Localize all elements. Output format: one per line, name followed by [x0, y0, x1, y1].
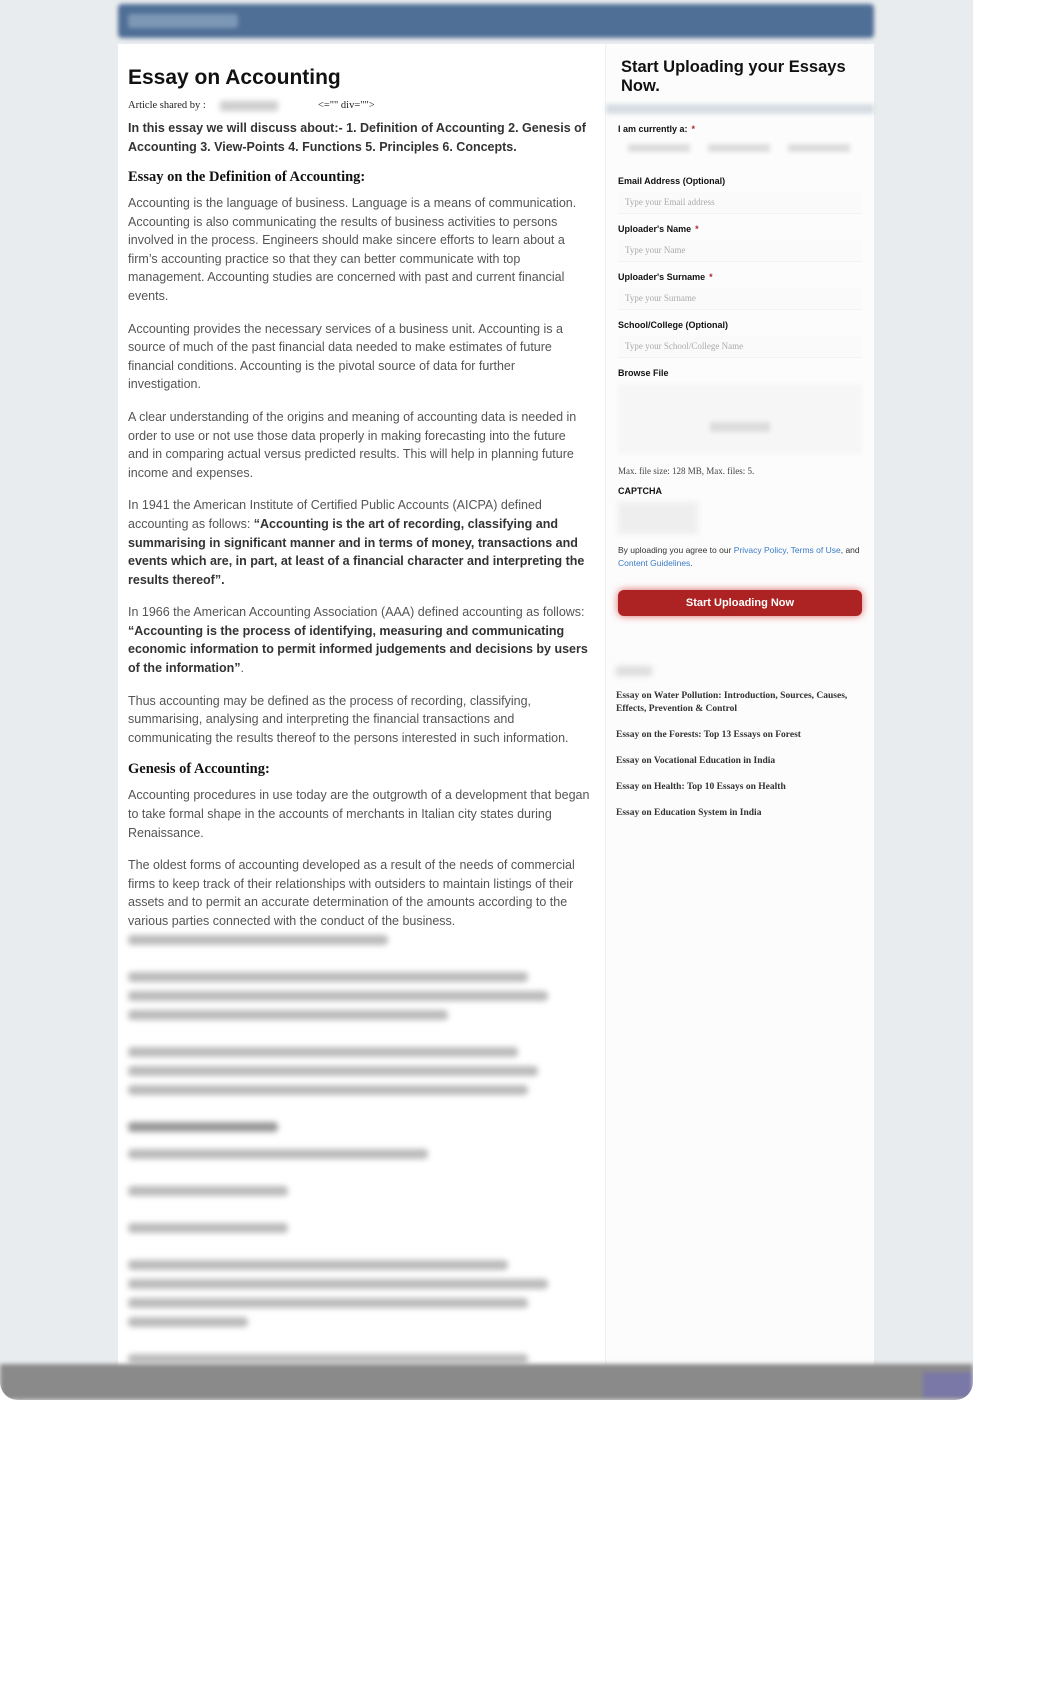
bottom-ad-bar — [0, 1364, 973, 1400]
comma: , — [786, 545, 789, 555]
blurred-content — [128, 934, 590, 1383]
paragraph: Accounting is the language of business. … — [128, 196, 577, 303]
field-label: Uploader's Surname * — [618, 272, 862, 282]
surname-input[interactable]: Type your Surname — [618, 288, 862, 310]
article-intro: In this essay we will discuss about:- 1.… — [128, 121, 586, 154]
upload-title: Start Uploading your Essays Now. — [621, 58, 846, 95]
radio-option[interactable] — [708, 144, 770, 152]
terms-link[interactable]: Terms of Use — [791, 545, 841, 555]
start-uploading-button[interactable]: Start Uploading Now — [618, 590, 862, 616]
article: Essay on Accounting Article shared by : <… — [128, 66, 590, 1392]
related-link[interactable]: Essay on Vocational Education in India — [616, 755, 864, 768]
radio-option[interactable] — [788, 144, 850, 152]
divider — [606, 104, 874, 114]
ad-button[interactable] — [923, 1372, 973, 1398]
section-heading: Genesis of Accounting: — [128, 761, 270, 778]
related-link[interactable]: Essay on Education System in India — [616, 807, 864, 820]
label-text: Uploader's Name — [618, 224, 692, 234]
related-essays: Essay on Water Pollution: Introduction, … — [606, 616, 874, 820]
notice-text: , and — [840, 545, 860, 555]
related-link[interactable]: Essay on Health: Top 10 Essays on Health — [616, 781, 864, 794]
byline-label: Article shared by : — [128, 100, 206, 111]
related-link[interactable]: Essay on the Forests: Top 13 Essays on F… — [616, 729, 864, 742]
paragraph-text: In 1966 the American Accounting Associat… — [128, 605, 585, 620]
browse-button[interactable] — [710, 422, 770, 432]
notice-text: By uploading you agree to our — [618, 545, 734, 555]
content-guidelines-link[interactable]: Content Guidelines — [618, 558, 690, 568]
file-dropzone[interactable] — [618, 384, 862, 454]
byline: Article shared by : <="" div=""> — [128, 100, 590, 111]
field-label: I am currently a: * — [618, 124, 862, 134]
required-mark: * — [695, 224, 699, 234]
paragraph: Thus accounting may be defined as the pr… — [128, 693, 569, 745]
file-limits: Max. file size: 128 MB, Max. files: 5. — [618, 466, 755, 476]
paragraph-text: . — [240, 661, 244, 676]
field-label: Email Address (Optional) — [618, 176, 726, 186]
paragraph: Accounting provides the necessary servic… — [128, 321, 563, 392]
author-name-blurred — [219, 100, 278, 111]
role-radio-group[interactable] — [618, 140, 862, 166]
field-label: CAPTCHA — [618, 486, 662, 496]
page-content: Essay on Accounting Article shared by : <… — [118, 44, 874, 1383]
email-input[interactable]: Type your Email address — [618, 192, 862, 214]
browser-viewport: Essay on Accounting Article shared by : <… — [0, 0, 973, 1400]
terms-notice: By uploading you agree to our Privacy Po… — [618, 545, 860, 568]
paragraph: In 1966 the American Accounting Associat… — [128, 603, 590, 677]
school-input[interactable]: Type your School/College Name — [618, 336, 862, 358]
name-input[interactable]: Type your Name — [618, 240, 862, 262]
site-logo[interactable] — [128, 14, 238, 28]
required-mark: * — [709, 272, 713, 282]
section-heading: Essay on the Definition of Accounting: — [128, 169, 366, 185]
quote: “Accounting is the process of identifyin… — [128, 623, 588, 676]
related-heading-blurred — [616, 666, 652, 676]
field-label: Browse File — [618, 368, 669, 378]
sidebar: Start Uploading your Essays Now. I am cu… — [605, 44, 874, 1374]
article-title: Essay on Accounting — [128, 66, 341, 89]
paragraph: A clear understanding of the origins and… — [128, 409, 577, 480]
label-text: I am currently a: — [618, 124, 688, 134]
byline-artifact: <="" div=""> — [317, 100, 375, 111]
field-label: School/College (Optional) — [618, 320, 728, 330]
paragraph: In 1941 the American Institute of Certif… — [128, 496, 590, 589]
label-text: Uploader's Surname — [618, 272, 706, 282]
paragraph: Accounting procedures in use today are t… — [128, 788, 590, 840]
privacy-policy-link[interactable]: Privacy Policy — [734, 545, 786, 555]
required-mark: * — [691, 124, 696, 134]
radio-option[interactable] — [628, 144, 690, 152]
field-label: Uploader's Name * — [618, 224, 862, 234]
upload-form: I am currently a: * Email Address (Option… — [606, 124, 874, 616]
captcha-widget[interactable] — [618, 502, 698, 534]
paragraph: The oldest forms of accounting developed… — [128, 858, 575, 928]
site-header — [118, 4, 874, 38]
related-link[interactable]: Essay on Water Pollution: Introduction, … — [616, 690, 864, 716]
